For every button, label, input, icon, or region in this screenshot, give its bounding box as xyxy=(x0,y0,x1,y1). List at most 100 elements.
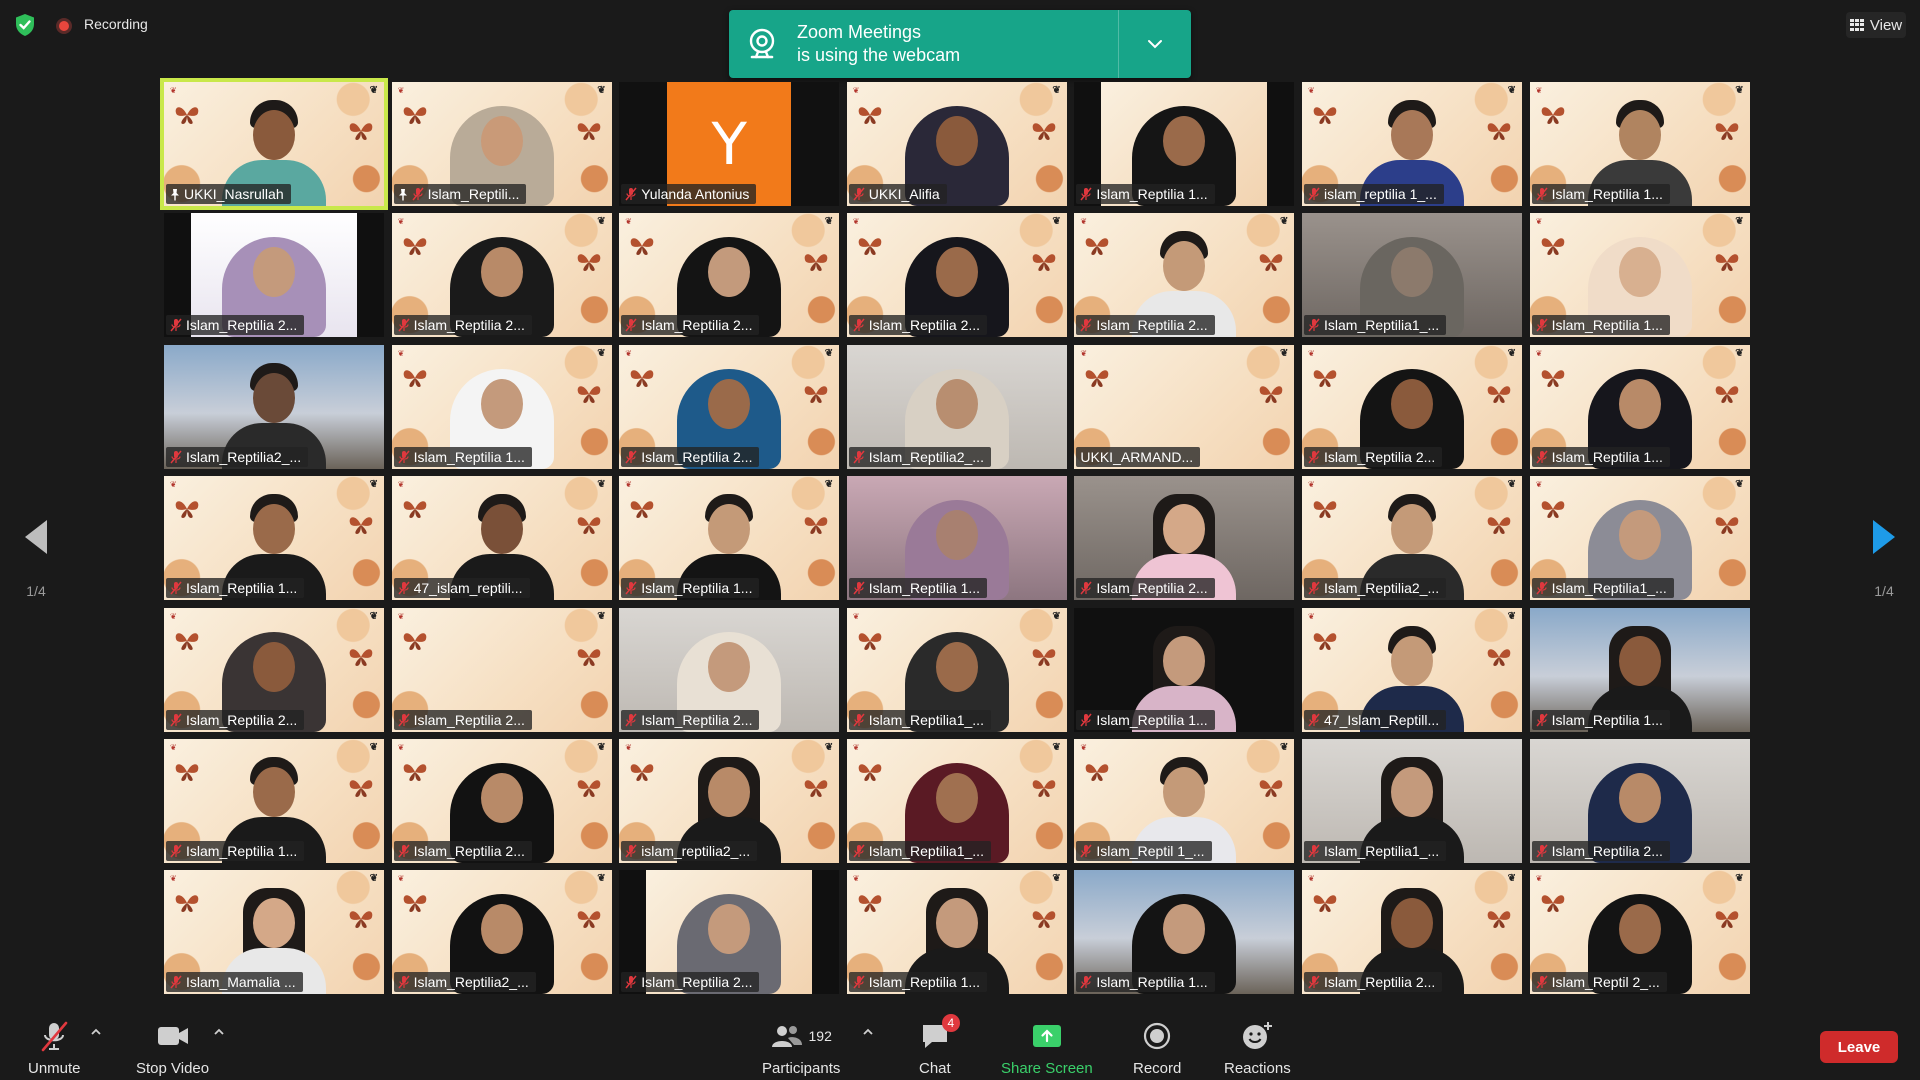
organization-logo-icon: ❦ xyxy=(369,479,378,491)
unmute-button[interactable]: Unmute xyxy=(28,1020,81,1077)
participant-video-tile[interactable]: Islam_Reptilia2_... xyxy=(846,344,1067,469)
participant-video-tile[interactable]: ❦ ❦ Islam_Reptilia 2... xyxy=(1074,213,1295,338)
participant-video-tile[interactable]: ❦ ❦ Islam_Reptilia 2... xyxy=(391,607,612,732)
participant-video-tile[interactable]: ❦ ❦ UKKI_ARMAND... xyxy=(1074,344,1295,469)
participant-video-tile[interactable]: ❦ ❦ Islam_Reptilia2_... xyxy=(1302,476,1522,601)
butterfly-decoration-icon xyxy=(1487,911,1511,929)
participant-video-tile[interactable]: Islam_Reptilia 2... xyxy=(619,607,840,732)
participant-video-tile[interactable]: ❦ ❦ Islam_Reptilia 2... xyxy=(1302,870,1522,995)
webcam-notification-banner[interactable]: Zoom Meetings is using the webcam xyxy=(729,10,1191,78)
butterfly-decoration-icon xyxy=(577,517,600,535)
participant-name: Islam_Reptilia 2... xyxy=(1096,580,1208,597)
audio-options-caret-icon[interactable] xyxy=(90,1028,102,1036)
participant-video-tile[interactable]: ❦ ❦ UKKI_Alifia xyxy=(846,82,1067,206)
participant-video-tile[interactable]: Islam_Reptilia1_... xyxy=(1302,739,1522,863)
chat-unread-badge: 4 xyxy=(941,1014,960,1032)
participant-video-tile[interactable]: Islam_Reptilia 2... xyxy=(164,213,384,338)
participant-video-tile[interactable]: ❦ ❦ Islam_Reptilia 2... xyxy=(164,607,384,732)
participant-video-tile[interactable]: ❦ ❦ Islam_Reptilia 2... xyxy=(619,213,840,338)
organization-logo-icon: ❦ xyxy=(824,216,834,228)
participant-video-tile[interactable]: Islam_Reptilia 1... xyxy=(1529,607,1750,732)
butterfly-decoration-icon xyxy=(403,501,426,519)
meeting-toolbar: Unmute Stop Video 192 Participants 4 Cha… xyxy=(0,1010,1920,1080)
participant-video-tile[interactable]: ❦ ❦ UKKI_Nasrullah xyxy=(160,78,388,210)
organization-logo-icon: ❦ xyxy=(1052,873,1061,885)
banner-expand-button[interactable] xyxy=(1119,10,1191,78)
participant-video-tile[interactable]: ❦ ❦ Islam_Reptilia 1... xyxy=(1529,82,1750,206)
participant-video-tile[interactable]: Y Yulanda Antonius xyxy=(619,82,840,206)
participant-name-label: UKKI_Nasrullah xyxy=(166,184,291,204)
organization-logo-icon: ❦ xyxy=(824,479,834,491)
participant-video-tile[interactable]: ❦ ❦ Islam_Reptilia1_... xyxy=(1529,476,1750,601)
recording-indicator-icon[interactable] xyxy=(56,18,72,34)
participant-video-tile[interactable]: Islam_Reptilia 1... xyxy=(1074,607,1295,732)
participant-video-tile[interactable]: ❦ ❦ Islam_Reptili... xyxy=(391,82,612,206)
reactions-button[interactable]: Reactions xyxy=(1224,1020,1291,1077)
participant-video-tile[interactable]: ❦ ❦ Islam_Reptil 2_... xyxy=(1529,870,1750,995)
butterfly-decoration-icon xyxy=(1541,501,1564,519)
participant-video-tile[interactable]: ❦ ❦ islam_reptilia2_... xyxy=(619,739,840,863)
participants-button[interactable]: 192 Participants xyxy=(762,1020,840,1077)
participant-name: Islam_Reptilia 1... xyxy=(868,580,981,597)
participant-video-tile[interactable]: Islam_Reptilia 2... xyxy=(619,870,840,995)
participant-name-label: Islam_Reptilia1_... xyxy=(848,841,991,861)
video-options-caret-icon[interactable] xyxy=(213,1028,225,1036)
university-logo-icon: ❦ xyxy=(1080,743,1088,752)
organization-logo-icon: ❦ xyxy=(1507,85,1516,96)
participant-video-tile[interactable]: ❦ ❦ Islam_Reptilia 2... xyxy=(1302,344,1522,469)
participant-video-tile[interactable]: ❦ ❦ 47_islam_reptili... xyxy=(391,476,612,601)
participant-video-tile[interactable]: ❦ ❦ Islam_Reptilia 1... xyxy=(1529,213,1750,338)
microphone-muted-icon xyxy=(170,581,182,595)
participant-video-tile[interactable]: ❦ ❦ Islam_Reptilia 1... xyxy=(164,476,384,601)
participant-video-tile[interactable]: Islam_Reptilia2_... xyxy=(164,344,384,469)
participant-video-tile[interactable]: Islam_Reptilia 1... xyxy=(1074,82,1295,206)
butterfly-decoration-icon xyxy=(1032,254,1056,272)
butterfly-decoration-icon xyxy=(1313,632,1337,650)
microphone-muted-icon xyxy=(398,318,410,332)
participant-video-tile[interactable]: ❦ ❦ Islam_Reptilia1_... xyxy=(846,739,1067,863)
participant-video-tile[interactable]: ❦ ❦ Islam_Reptil 1_... xyxy=(1074,739,1295,863)
butterfly-decoration-icon xyxy=(858,107,882,124)
participant-video-tile[interactable]: ❦ ❦ Islam_Reptilia 1... xyxy=(619,476,840,601)
participants-icon xyxy=(771,1026,802,1047)
participant-video-tile[interactable]: Islam_Reptilia 2... xyxy=(1529,739,1750,863)
participant-name-label: islam_reptilia 1_... xyxy=(1304,184,1444,204)
participant-video-tile[interactable]: ❦ ❦ Islam_Reptilia 1... xyxy=(391,344,612,469)
next-page-button[interactable]: 1/4 xyxy=(1864,518,1904,599)
participant-video-tile[interactable]: ❦ ❦ Islam_Reptilia 1... xyxy=(846,870,1067,995)
participant-video-tile[interactable]: ❦ ❦ Islam_Reptilia 2... xyxy=(391,739,612,863)
participant-video-tile[interactable]: ❦ ❦ Islam_Reptilia 1... xyxy=(164,739,384,863)
participant-video-tile[interactable]: Islam_Reptilia 1... xyxy=(1074,870,1295,995)
butterfly-decoration-icon xyxy=(1487,386,1511,403)
record-button[interactable]: Record xyxy=(1133,1020,1181,1077)
microphone-muted-icon xyxy=(853,844,865,858)
participant-video-tile[interactable]: ❦ ❦ Islam_Reptilia1_... xyxy=(846,607,1067,732)
participant-video-tile[interactable]: ❦ ❦ Islam_Reptilia 2... xyxy=(846,213,1067,338)
participant-video-tile[interactable]: ❦ ❦ Islam_Reptilia 2... xyxy=(619,344,840,469)
participant-video-tile[interactable]: ❦ ❦ Islam_Reptilia 2... xyxy=(391,213,612,338)
participant-video-tile[interactable]: ❦ ❦ islam_reptilia 1_... xyxy=(1302,82,1522,206)
arrow-right-icon xyxy=(1873,520,1895,554)
participant-name-label: Islam_Reptilia1_... xyxy=(848,709,991,730)
participant-video-tile[interactable]: ❦ ❦ Islam_Mamalia ... xyxy=(164,870,384,995)
butterfly-decoration-icon xyxy=(349,123,373,140)
stop-video-button[interactable]: Stop Video xyxy=(136,1020,209,1077)
participant-video-tile[interactable]: ❦ ❦ Islam_Reptilia 1... xyxy=(1529,344,1750,469)
share-screen-button[interactable]: Share Screen xyxy=(1001,1020,1093,1077)
chat-button[interactable]: 4 Chat xyxy=(919,1014,960,1077)
participant-video-tile[interactable]: ❦ ❦ 47_Islam_Reptill... xyxy=(1302,607,1522,732)
participant-name-label: Islam_Reptilia 2... xyxy=(621,972,760,993)
butterfly-decoration-icon xyxy=(804,780,828,797)
butterfly-decoration-icon xyxy=(403,370,426,387)
participant-video-tile[interactable]: ❦ ❦ Islam_Reptilia2_... xyxy=(391,870,612,995)
participant-video-tile[interactable]: Islam_Reptilia 2... xyxy=(1074,476,1295,601)
participant-name-label: Islam_Reptilia 2... xyxy=(166,709,305,730)
shield-icon[interactable] xyxy=(14,13,36,37)
leave-button[interactable]: Leave xyxy=(1820,1031,1898,1063)
participant-video-tile[interactable]: Islam_Reptilia1_... xyxy=(1302,213,1522,338)
view-button[interactable]: View xyxy=(1846,12,1906,38)
participant-video-tile[interactable]: Islam_Reptilia 1... xyxy=(846,476,1067,601)
participants-options-caret-icon[interactable] xyxy=(862,1028,874,1036)
previous-page-button[interactable]: 1/4 xyxy=(16,518,56,599)
participant-name-label: Islam_Reptilia1_... xyxy=(1304,315,1447,336)
